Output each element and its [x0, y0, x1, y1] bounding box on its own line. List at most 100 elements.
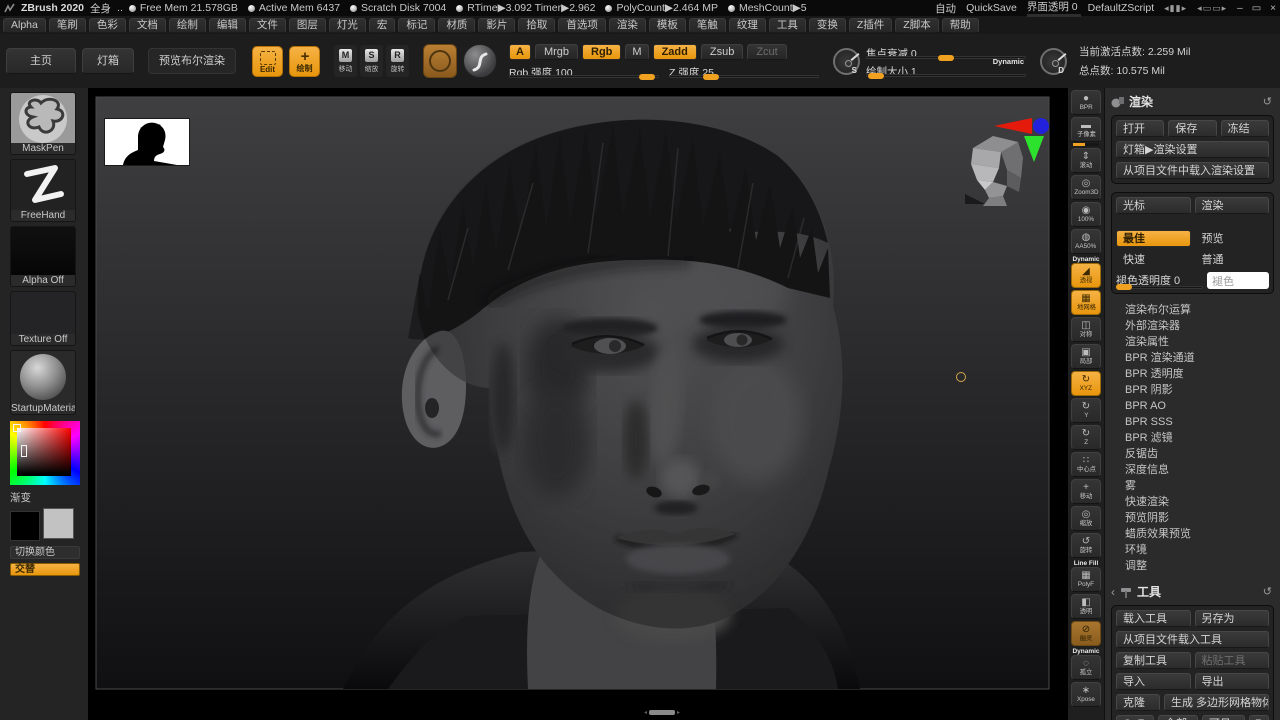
- save-as-button[interactable]: 另存为: [1194, 610, 1269, 627]
- make-polymesh-button[interactable]: 生成 多边形网格物体: [1164, 694, 1269, 711]
- scroll-button[interactable]: ⇕ 滚动: [1070, 148, 1102, 175]
- render-section-外部渲染器[interactable]: 外部渲染器: [1119, 318, 1274, 334]
- tool-reload-icon[interactable]: ↺: [1263, 585, 1272, 598]
- canvas-rotate-button[interactable]: ↺ 旋转: [1070, 533, 1102, 560]
- render-section-BPR 透明度[interactable]: BPR 透明度: [1119, 366, 1274, 382]
- subpixel-button-slider[interactable]: [1073, 143, 1099, 146]
- menu-item-宏[interactable]: 宏: [368, 17, 396, 33]
- render-section-深度信息[interactable]: 深度信息: [1119, 462, 1274, 478]
- menu-item-Z插件[interactable]: Z插件: [848, 17, 893, 33]
- render-save-button[interactable]: 保存: [1168, 120, 1217, 137]
- menu-item-影片[interactable]: 影片: [478, 17, 516, 33]
- goz-all-button[interactable]: 全部: [1158, 715, 1198, 720]
- rotate-z-button[interactable]: ↻ Z: [1071, 425, 1101, 450]
- zcut-button[interactable]: Zcut: [747, 43, 787, 60]
- ui-opacity-slider[interactable]: 界面透明 0: [1026, 0, 1081, 17]
- tool-palette-header[interactable]: ‹ 工具 ↺: [1105, 580, 1280, 603]
- zoom3d-button[interactable]: ◎ Zoom3D: [1071, 175, 1101, 200]
- render-section-雾[interactable]: 雾: [1119, 478, 1274, 494]
- perspective-button-mode-label[interactable]: Dynamic: [1072, 256, 1099, 263]
- symmetry-button[interactable]: ◫ 对称: [1070, 317, 1102, 344]
- preview-boolean-button[interactable]: 预览布尔渲染: [148, 48, 236, 74]
- sculpt-canvas[interactable]: ◂ ▸: [88, 88, 1068, 720]
- render-section-BPR 渲染通道[interactable]: BPR 渲染通道: [1119, 350, 1274, 366]
- fade-color-swatch[interactable]: 褪色: [1207, 272, 1269, 289]
- current-stroke-button[interactable]: [463, 44, 497, 78]
- draw-button[interactable]: 绘制: [289, 45, 320, 77]
- rotate-button[interactable]: R 旋转: [386, 45, 409, 77]
- menu-item-绘制[interactable]: 绘制: [168, 17, 206, 33]
- solo-button-mode-label[interactable]: Dynamic: [1072, 648, 1099, 655]
- render-button[interactable]: 渲染: [1194, 197, 1269, 214]
- alpha-selector[interactable]: Alpha Off: [10, 226, 76, 287]
- zscript-button[interactable]: DefaultZScript: [1088, 2, 1155, 14]
- menu-item-Alpha[interactable]: Alpha: [3, 17, 46, 33]
- canvas-zoom-button[interactable]: ◎ 缩放: [1071, 506, 1101, 531]
- scale-button[interactable]: S 缩放: [360, 45, 383, 77]
- quicksave-button[interactable]: QuickSave: [966, 2, 1017, 14]
- menu-item-图层[interactable]: 图层: [288, 17, 326, 33]
- depth-dial[interactable]: [1040, 47, 1067, 75]
- copy-tool-button[interactable]: 复制工具: [1116, 652, 1191, 669]
- subpixel-button[interactable]: ▬ 子像素: [1070, 117, 1102, 148]
- render-section-BPR AO[interactable]: BPR AO: [1119, 398, 1274, 414]
- render-palette-header[interactable]: 渲染 ↺: [1105, 90, 1280, 113]
- scroll-button[interactable]: ⇕ 滚动: [1071, 148, 1101, 173]
- document-preview-thumbnail[interactable]: [104, 118, 190, 166]
- local-button[interactable]: ▣ 局部: [1070, 344, 1102, 371]
- palette-back-icon[interactable]: ‹: [1111, 585, 1115, 599]
- panel-toggle-left-icon[interactable]: ◂▮▮▸: [1164, 3, 1187, 14]
- rotate-xyz-button[interactable]: ↻ XYZ: [1071, 371, 1101, 396]
- menu-item-Z脚本[interactable]: Z脚本: [895, 17, 939, 33]
- panel-toggle-right-icon[interactable]: ◂▭▭▸: [1197, 3, 1227, 14]
- actual-size-button[interactable]: ◉ 100%: [1070, 202, 1102, 229]
- lightbox-render-settings-button[interactable]: 灯箱▶渲染设置: [1116, 141, 1269, 158]
- m-button[interactable]: M: [625, 43, 649, 60]
- render-section-渲染属性[interactable]: 渲染属性: [1119, 334, 1274, 350]
- bpr-button[interactable]: ● BPR: [1070, 90, 1102, 117]
- window-close-button[interactable]: ×: [1270, 3, 1276, 14]
- floor-grid-button[interactable]: ▦ 地网格: [1071, 290, 1101, 315]
- menu-item-笔触[interactable]: 笔触: [688, 17, 726, 33]
- actual-size-button[interactable]: ◉ 100%: [1071, 202, 1101, 227]
- rgb-intensity-slider[interactable]: Rgb 强度 100: [509, 63, 659, 80]
- menu-item-标记[interactable]: 标记: [398, 17, 436, 33]
- import-button[interactable]: 导入: [1116, 673, 1191, 690]
- menu-item-变换[interactable]: 变换: [808, 17, 846, 33]
- render-section-反锯齿[interactable]: 反锯齿: [1119, 446, 1274, 462]
- mrgb-button[interactable]: Mrgb: [534, 43, 579, 60]
- ui-opacity-track[interactable]: [1026, 14, 1081, 17]
- aahalf-button[interactable]: ◍ AA50%: [1071, 229, 1101, 254]
- bpr-button[interactable]: ● BPR: [1071, 90, 1101, 115]
- rotate-y-button[interactable]: ↻ Y: [1070, 398, 1102, 425]
- stroke-selector[interactable]: FreeHand: [10, 159, 76, 222]
- subpixel-button[interactable]: ▬ 子像素: [1071, 117, 1101, 142]
- floor-grid-button[interactable]: ▦ 地网格: [1070, 290, 1102, 317]
- sculpt-viewport[interactable]: [88, 88, 1068, 720]
- draw-size-slider[interactable]: 绘制大小 1: [866, 62, 1026, 79]
- current-brush-button[interactable]: [423, 44, 457, 78]
- paste-tool-button[interactable]: 粘贴工具: [1194, 652, 1269, 669]
- load-tool-button[interactable]: 载入工具: [1116, 610, 1191, 627]
- stroke-dial[interactable]: [833, 47, 860, 75]
- ghost-button[interactable]: ⊘ 幽灵: [1070, 621, 1102, 648]
- solo-button[interactable]: ◌ 孤立: [1071, 655, 1101, 680]
- zsub-button[interactable]: Zsub: [700, 43, 744, 60]
- material-selector[interactable]: StartupMaterial: [10, 350, 76, 415]
- menu-item-首选项[interactable]: 首选项: [558, 17, 606, 33]
- alternate-button[interactable]: 交替: [10, 563, 80, 576]
- render-flat-button[interactable]: 普通: [1195, 251, 1270, 268]
- xpose-button[interactable]: ∗ Xpose: [1071, 682, 1101, 707]
- polyframe-button[interactable]: Line Fill ▦ PolyF: [1070, 560, 1102, 594]
- menu-item-材质[interactable]: 材质: [438, 17, 476, 33]
- load-render-settings-button[interactable]: 从项目文件中载入渲染设置: [1116, 162, 1269, 179]
- color-picker[interactable]: [10, 421, 80, 485]
- window-minimize-button[interactable]: –: [1237, 3, 1243, 14]
- local-button[interactable]: ▣ 局部: [1071, 344, 1101, 369]
- menu-item-色彩[interactable]: 色彩: [88, 17, 126, 33]
- menu-item-拾取[interactable]: 拾取: [518, 17, 556, 33]
- canvas-zoom-button[interactable]: ◎ 缩放: [1070, 506, 1102, 533]
- menu-item-编辑[interactable]: 编辑: [208, 17, 246, 33]
- canvas-move-button[interactable]: + 移动: [1071, 479, 1101, 504]
- symmetry-button[interactable]: ◫ 对称: [1071, 317, 1101, 342]
